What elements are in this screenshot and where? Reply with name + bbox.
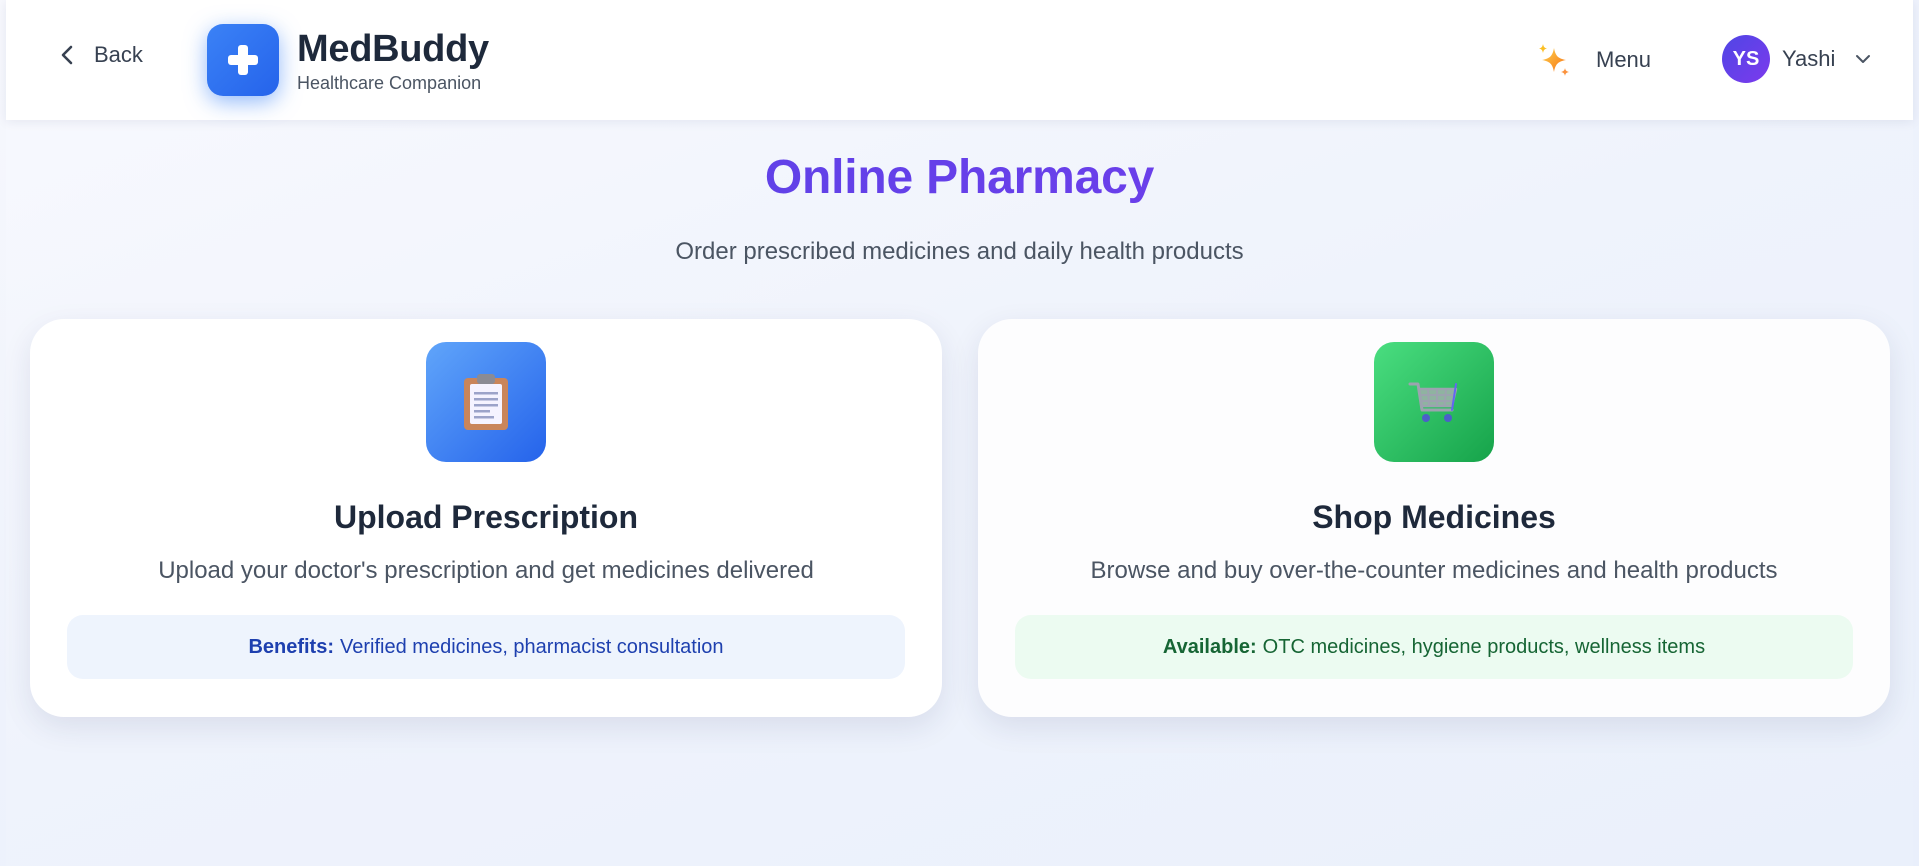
clipboard-icon — [426, 342, 546, 462]
brand-title: MedBuddy — [297, 27, 489, 70]
upload-prescription-card[interactable]: Upload Prescription Upload your doctor's… — [30, 319, 942, 717]
menu-button[interactable]: Menu — [1534, 40, 1651, 80]
note-text: OTC medicines, hygiene products, wellnes… — [1262, 635, 1706, 658]
shop-medicines-card[interactable]: Shop Medicines Browse and buy over-the-c… — [978, 319, 1890, 717]
note-label: Available: — [1162, 635, 1257, 658]
card-title: Upload Prescription — [333, 499, 639, 535]
user-name: Yashi — [1782, 46, 1836, 71]
chevron-left-icon — [61, 45, 73, 65]
page-title: Online Pharmacy — [0, 150, 1919, 205]
back-button[interactable]: Back — [58, 42, 143, 68]
brand[interactable]: MedBuddy Healthcare Companion — [207, 24, 489, 96]
available-note: Available: OTC medicines, hygiene produc… — [1015, 615, 1853, 679]
top-header: Back MedBuddy Healthcare Companion Menu … — [6, 0, 1913, 120]
page-subtitle: Order prescribed medicines and daily hea… — [675, 238, 1244, 265]
card-description: Upload your doctor's prescription and ge… — [158, 557, 814, 584]
user-menu-button[interactable]: YS Yashi — [1722, 35, 1873, 83]
back-label: Back — [94, 42, 143, 67]
medical-cross-icon — [207, 24, 279, 96]
note-text: Verified medicines, pharmacist consultat… — [340, 635, 724, 658]
chevron-down-icon — [1856, 55, 1871, 63]
note-label: Benefits: — [248, 635, 335, 658]
shopping-cart-icon — [1374, 342, 1494, 462]
menu-label: Menu — [1596, 47, 1652, 72]
benefits-note: Benefits: Verified medicines, pharmacist… — [67, 615, 905, 679]
card-description: Browse and buy over-the-counter medicine… — [1090, 557, 1778, 584]
sparkles-icon — [1539, 44, 1569, 76]
brand-subtitle: Healthcare Companion — [297, 72, 482, 93]
avatar: YS — [1722, 35, 1770, 83]
card-title: Shop Medicines — [1312, 499, 1556, 535]
